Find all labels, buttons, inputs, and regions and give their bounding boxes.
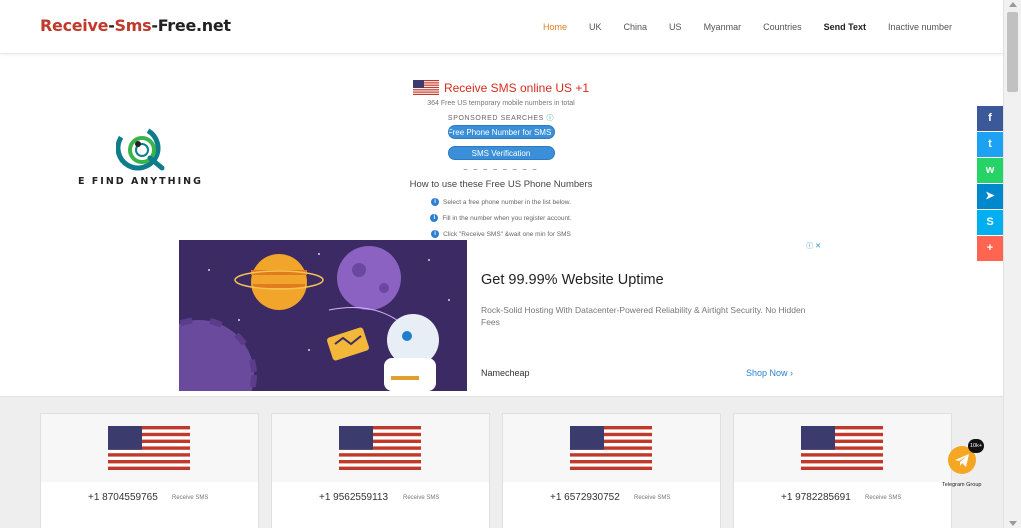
- magnifier-logo-icon: [115, 122, 176, 174]
- page-title: Receive SMS online US +1: [443, 80, 590, 95]
- card-number-area: +1 6572930752 Receive SMS: [503, 482, 720, 528]
- ad-advertiser[interactable]: Namecheap: [481, 368, 530, 378]
- scrollbar[interactable]: [1003, 0, 1021, 528]
- step-item: i Select a free phone number in the list …: [340, 198, 662, 206]
- step-item: i Click "Receive SMS" &wait one min for S…: [340, 230, 662, 238]
- logo-part-free: Free.net: [157, 16, 231, 35]
- card-flag-area: [734, 414, 951, 482]
- page: Receive-Sms-Free.net Home UK China US My…: [0, 0, 1021, 528]
- card-number-area: +1 9562559113 Receive SMS: [272, 482, 489, 528]
- plus-icon[interactable]: +: [977, 236, 1003, 261]
- member-count-badge: 10k+: [968, 439, 984, 453]
- step-text: Click "Receive SMS" &wait one min for SM…: [443, 230, 571, 238]
- logo-part-receive: Receive: [40, 16, 109, 35]
- step-text: Select a free phone number in the list b…: [443, 198, 571, 206]
- nav-china[interactable]: China: [613, 22, 659, 32]
- us-flag-icon: [339, 426, 421, 470]
- card-number-area: +1 8704559765 Receive SMS: [41, 482, 258, 528]
- receive-sms-link[interactable]: Receive SMS: [634, 495, 670, 501]
- sponsored-link-free-phone[interactable]: Free Phone Number for SMS: [447, 125, 555, 139]
- site-logo[interactable]: Receive-Sms-Free.net: [40, 16, 231, 35]
- nav-uk[interactable]: UK: [578, 22, 613, 32]
- receive-sms-link[interactable]: Receive SMS: [865, 495, 901, 501]
- scroll-up-icon[interactable]: [1009, 2, 1017, 7]
- divider: ‒ ‒ ‒ ‒ ‒ ‒ ‒ ‒: [463, 166, 539, 173]
- share-bar: f t w ➤ S +: [977, 106, 1003, 262]
- sponsored-link-sms-verification[interactable]: SMS Verification: [447, 146, 555, 160]
- scroll-down-icon[interactable]: [1009, 521, 1017, 526]
- card-flag-area: [503, 414, 720, 482]
- how-to-title: How to use these Free US Phone Numbers: [409, 179, 593, 190]
- us-flag-icon: [801, 426, 883, 470]
- whatsapp-icon[interactable]: w: [977, 158, 1003, 183]
- phone-number[interactable]: +1 9782285691: [781, 492, 851, 503]
- number-card[interactable]: +1 9562559113 Receive SMS: [271, 413, 490, 528]
- efind-brand-text: E FIND ANYTHING: [78, 176, 203, 187]
- ad-info-icon[interactable]: ⓘ: [546, 115, 554, 122]
- phone-number[interactable]: +1 9562559113: [319, 492, 388, 503]
- ad-headline[interactable]: Get 99.99% Website Uptime: [481, 272, 664, 288]
- ad-shop-now-link[interactable]: Shop Now ›: [746, 368, 793, 378]
- sponsored-searches-label: SPONSORED SEARCHES ⓘ: [340, 113, 662, 123]
- us-flag-icon: [412, 80, 439, 95]
- main-nav: Home UK China US Myanmar Countries Send …: [532, 22, 963, 32]
- us-flag-icon: [108, 426, 190, 470]
- facebook-icon[interactable]: f: [977, 106, 1003, 131]
- nav-home[interactable]: Home: [532, 22, 578, 32]
- number-card[interactable]: +1 8704559765 Receive SMS: [40, 413, 259, 528]
- nav-countries[interactable]: Countries: [752, 22, 813, 32]
- skype-icon[interactable]: S: [977, 210, 1003, 235]
- number-card[interactable]: +1 6572930752 Receive SMS: [502, 413, 721, 528]
- phone-number[interactable]: +1 6572930752: [550, 492, 620, 503]
- telegram-group-label: Telegram Group: [942, 482, 982, 488]
- card-number-area: +1 9782285691 Receive SMS: [734, 482, 951, 528]
- sponsored-text: SPONSORED SEARCHES: [447, 115, 544, 122]
- receive-sms-link[interactable]: Receive SMS: [403, 495, 439, 501]
- site-header: Receive-Sms-Free.net Home UK China US My…: [0, 0, 1003, 54]
- page-subtitle: 364 Free US temporary mobile numbers in …: [427, 100, 575, 107]
- step-text: Fill in the number when you register acc…: [442, 214, 572, 222]
- nav-us[interactable]: US: [658, 22, 693, 32]
- info-icon: i: [431, 230, 440, 238]
- nav-send-text[interactable]: Send Text: [813, 22, 877, 32]
- us-flag-icon: [570, 426, 652, 470]
- page-title-row: Receive SMS online US +1: [340, 80, 662, 95]
- efind-ad-logo[interactable]: E FIND ANYTHING: [78, 122, 218, 187]
- step-item: i Fill in the number when you register ac…: [340, 214, 662, 222]
- number-card[interactable]: +1 9782285691 Receive SMS: [733, 413, 952, 528]
- ad-description: Rock-Solid Hosting With Datacenter-Power…: [481, 305, 806, 327]
- card-flag-area: [272, 414, 489, 482]
- phone-number[interactable]: +1 8704559765: [88, 492, 158, 503]
- info-icon: i: [431, 198, 440, 206]
- telegram-group-widget[interactable]: 10k+ Telegram Group: [940, 439, 994, 494]
- ad-illustration: [179, 240, 467, 391]
- receive-sms-link[interactable]: Receive SMS: [172, 495, 208, 501]
- intro-section: Receive SMS online US +1 364 Free US tem…: [340, 78, 662, 238]
- ad-choices-icon[interactable]: ⓘ ✕: [806, 241, 821, 251]
- logo-part-sms: Sms: [114, 16, 152, 35]
- display-ad[interactable]: ⓘ ✕ Get 99.99% Website Uptime Rock-Solid…: [179, 240, 824, 391]
- info-icon: i: [430, 214, 439, 222]
- nav-inactive-number[interactable]: Inactive number: [877, 22, 963, 32]
- nav-myanmar[interactable]: Myanmar: [693, 22, 753, 32]
- telegram-icon[interactable]: ➤: [977, 184, 1003, 209]
- twitter-icon[interactable]: t: [977, 132, 1003, 157]
- scroll-thumb[interactable]: [1007, 12, 1018, 92]
- card-flag-area: [41, 414, 258, 482]
